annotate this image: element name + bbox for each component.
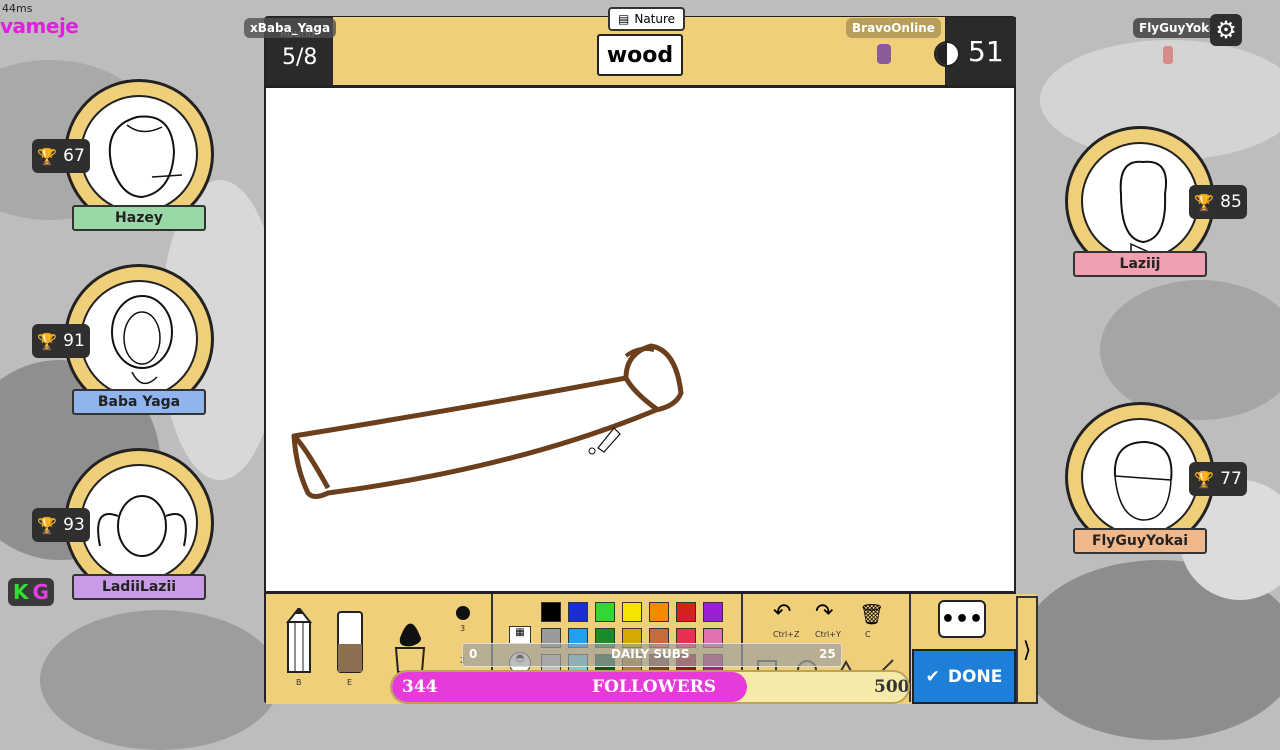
pencil-tool-icon[interactable] [284,608,314,678]
bg-blob [1100,280,1280,420]
score-value: 91 [63,331,85,351]
palette-grid-icon[interactable]: ▦ [509,626,531,644]
color-swatch[interactable] [622,602,642,622]
streamer-name: vameje [0,14,79,38]
trophy-icon: 🏆 [1194,469,1215,489]
trophy-icon: 🏆 [37,146,58,166]
player-name: Baba Yaga [72,389,206,415]
undo-shortcut: Ctrl+Z [773,630,800,639]
category-label: Nature [634,12,676,26]
color-swatch[interactable] [703,602,723,622]
avatar-portrait [80,280,198,398]
score-value: 67 [63,146,85,166]
color-swatch[interactable] [676,602,696,622]
avatar-drawing [97,495,187,557]
book-icon: ▤ [618,12,630,26]
streamer-badge: K G [8,578,54,606]
avatar-portrait [1081,418,1199,536]
trophy-icon: 🏆 [37,331,58,351]
color-swatch[interactable] [595,602,615,622]
score-badge: 🏆 77 [1189,462,1247,496]
avatar-drawing [108,115,183,199]
avatar-portrait [1081,142,1199,260]
chat-bubble-button[interactable]: ••• [938,600,986,638]
drawer-name: BravoOnline [846,18,941,38]
followers-count: 344 [402,677,438,697]
trash-icon[interactable]: 🗑 [859,602,884,626]
score-badge: 🏆 93 [32,508,90,542]
score-badge: 🏆 91 [32,324,90,358]
player-name: Hazey [72,205,206,231]
badge-k: K [13,580,29,604]
secret-word: wood [597,34,683,76]
trophy-icon: 🏆 [1194,192,1215,212]
subs-label: DAILY SUBS [611,647,690,661]
score-value: 77 [1220,469,1242,489]
redo-shortcut: Ctrl+Y [815,630,841,639]
fill-bucket-tool-icon[interactable] [390,608,430,674]
badge-g: G [32,580,49,604]
avatar-portrait [80,95,198,213]
undo-icon[interactable]: ↶ [773,600,791,625]
player-name: LadiiLazii [72,574,206,600]
subs-goal: 25 [819,647,836,661]
brush-size-label: 3 [460,624,466,633]
drawer-sprite [877,44,891,64]
timer: 51 [934,17,1016,85]
avatar-portrait [80,464,198,582]
color-swatch[interactable] [541,602,561,622]
avatar-drawing [111,295,173,385]
daily-subs-bar: 0 DAILY SUBS 25 [462,643,842,667]
timer-clock-icon [934,41,960,67]
clear-shortcut: C [865,630,871,639]
local-player-sprite [1163,46,1173,64]
score-badge: 🏆 67 [32,139,90,173]
canvas-drawing [291,343,684,499]
eraser-shortcut: E [347,678,353,687]
followers-label: FOLLOWERS [592,677,717,697]
expand-arrow-icon[interactable]: ⟩ [1016,596,1038,704]
bg-blob [40,610,280,750]
checkmark-icon: ✔ [925,666,940,687]
avatar-drawing [1119,160,1167,257]
done-label: DONE [947,666,1003,687]
timer-value: 51 [968,35,1004,68]
avatar-drawing [1113,440,1173,521]
pencil-shortcut: B [296,678,302,687]
brush-size-large[interactable] [456,606,470,620]
eraser-tool-icon[interactable] [336,610,364,674]
followers-goal-bar: 344 FOLLOWERS 500 [390,670,910,704]
category-tag: ▤ Nature [608,7,686,31]
overlay-username: xBaba_Yaga [244,18,337,38]
redo-icon[interactable]: ↷ [815,600,833,625]
settings-gear-icon[interactable]: ⚙ [1210,14,1242,46]
score-value: 85 [1220,192,1242,212]
color-swatch[interactable] [568,602,588,622]
followers-goal: 500 [874,677,910,697]
round-value: 5/8 [282,45,318,70]
trophy-icon: 🏆 [37,515,58,535]
player-name: FlyGuyYokai [1073,528,1207,554]
score-badge: 🏆 85 [1189,185,1247,219]
subs-current: 0 [469,647,478,661]
done-button[interactable]: ✔ DONE [912,649,1016,704]
score-value: 93 [63,515,85,535]
color-swatch[interactable] [649,602,669,622]
player-name: Laziij [1073,251,1207,277]
drawing-canvas[interactable] [266,88,1014,591]
